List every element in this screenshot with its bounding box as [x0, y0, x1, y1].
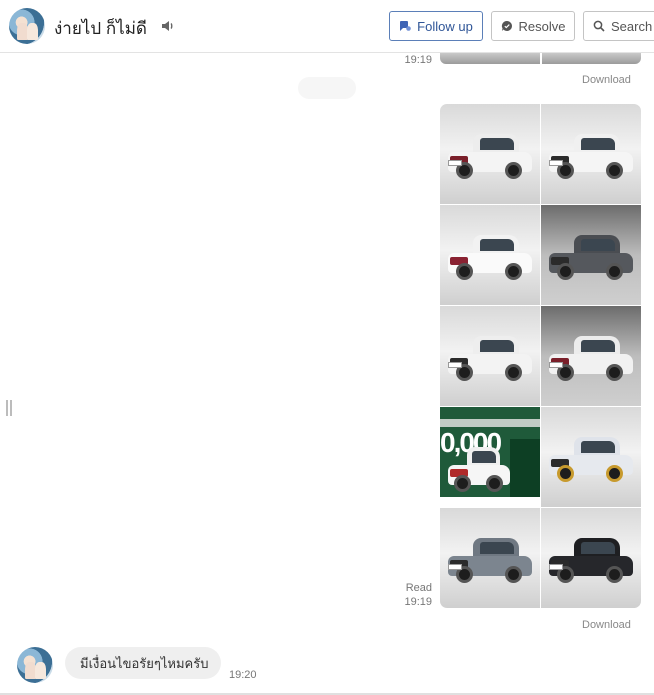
album-photo[interactable]: 0,000 — [440, 407, 540, 507]
contact-name[interactable]: ง่ายไป ก็ไม่ดี — [54, 15, 147, 42]
album-download-link[interactable]: Download — [582, 619, 631, 631]
speaker-icon[interactable] — [160, 18, 176, 34]
album-photo[interactable] — [440, 508, 540, 608]
incoming-message-time: 19:20 — [229, 669, 257, 681]
album-photo[interactable] — [541, 104, 641, 204]
album-photo[interactable] — [440, 306, 540, 406]
album-photo[interactable] — [440, 205, 540, 305]
album-photo[interactable] — [541, 306, 641, 406]
follow-up-icon — [400, 21, 411, 31]
album-photo[interactable] — [541, 508, 641, 608]
album-photo[interactable] — [541, 407, 641, 507]
contact-avatar[interactable] — [9, 8, 45, 44]
top-message-time: 19:19 — [404, 54, 432, 66]
resolve-button[interactable]: Resolve — [491, 11, 575, 41]
date-divider — [298, 77, 356, 99]
top-download-link[interactable]: Download — [582, 74, 631, 86]
resolve-label: Resolve — [518, 18, 566, 34]
previous-album-strip[interactable] — [440, 53, 641, 64]
search-icon — [593, 20, 605, 32]
resize-handle-icon[interactable] — [6, 400, 14, 416]
incoming-message-bubble[interactable]: มีเงื่อนไขอรัยๆไหมครับ — [65, 647, 222, 679]
album-read-status: Read — [405, 582, 432, 594]
album-time: 19:19 — [404, 596, 432, 608]
search-label: Search — [611, 18, 653, 34]
chat-header: ง่ายไป ก็ไม่ดี Follow up Resolve Search — [0, 0, 654, 53]
photo-album[interactable]: 0,000 — [440, 104, 641, 608]
sender-avatar[interactable] — [17, 647, 53, 683]
album-photo[interactable] — [440, 104, 540, 204]
follow-up-label: Follow up — [417, 18, 473, 34]
resolve-icon — [501, 20, 512, 31]
chat-window: ง่ายไป ก็ไม่ดี Follow up Resolve Search … — [0, 0, 654, 695]
message-list[interactable]: 19:19 Download 0,000 Read 19:19 Download… — [0, 53, 654, 695]
album-photo[interactable] — [541, 205, 641, 305]
follow-up-button[interactable]: Follow up — [389, 11, 483, 41]
search-button[interactable]: Search — [583, 11, 654, 41]
